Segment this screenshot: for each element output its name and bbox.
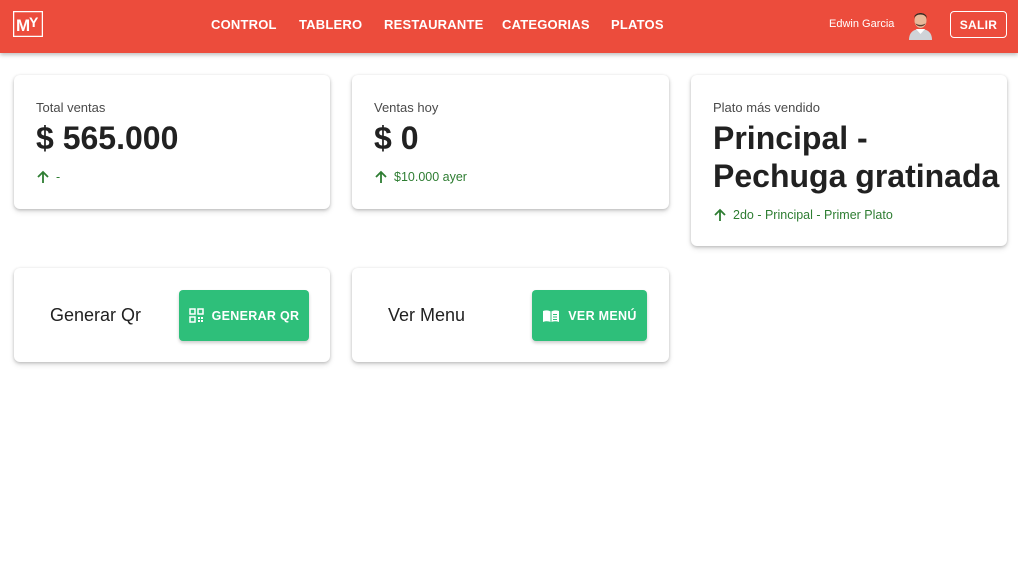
app-bar: M Y CONTROL TABLERO RESTAURANTE CATEGORI… [0,0,1018,53]
generate-qr-button[interactable]: GENERAR QR [179,290,309,341]
qr-code-icon [188,308,204,323]
total-sales-trend: - [36,170,60,184]
top-dish-card: Plato más vendido Principal - Pechuga gr… [691,75,1007,246]
today-sales-value: $ 0 [374,120,419,156]
arrow-up-icon [375,170,387,183]
total-sales-trend-text: - [56,170,61,184]
view-menu-label: Ver Menu [388,305,466,325]
view-menu-button-label: VER MENÚ [568,308,637,323]
svg-text:Y: Y [29,14,39,30]
view-menu-button[interactable]: VER MENÚ [532,290,647,341]
arrow-up-icon [37,170,49,183]
logout-button[interactable]: SALIR [950,11,1007,38]
nav-restaurante[interactable]: RESTAURANTE [384,17,483,32]
arrow-up-icon [714,208,726,221]
generate-qr-button-label: GENERAR QR [211,308,300,323]
total-sales-label: Total ventas [36,100,106,115]
avatar[interactable] [907,10,934,40]
book-icon [543,309,560,322]
top-dish-label: Plato más vendido [713,100,820,115]
nav-control[interactable]: CONTROL [211,17,277,32]
top-dish-value: Principal - Pechuga gratinada [713,120,1000,194]
total-sales-value: $ 565.000 [36,120,179,156]
total-sales-card: Total ventas $ 565.000 - [14,75,330,209]
today-sales-trend: $10.000 ayer [374,170,467,184]
app-logo[interactable]: M Y [13,11,43,37]
generate-qr-card: Generar Qr GENERAR QR [14,268,330,362]
today-sales-card: Ventas hoy $ 0 $10.000 ayer [352,75,669,209]
nav-categorias[interactable]: CATEGORIAS [502,17,590,32]
today-sales-trend-text: $10.000 ayer [394,170,467,184]
nav-platos[interactable]: PLATOS [611,17,664,32]
nav-tablero[interactable]: TABLERO [299,17,362,32]
top-dish-trend-text: 2do - Principal - Primer Plato [733,208,893,222]
top-dish-trend: 2do - Principal - Primer Plato [713,208,893,222]
generate-qr-label: Generar Qr [50,305,142,325]
user-name: Edwin Garcia [829,18,895,30]
view-menu-card: Ver Menu VER MENÚ [352,268,669,362]
today-sales-label: Ventas hoy [374,100,439,115]
